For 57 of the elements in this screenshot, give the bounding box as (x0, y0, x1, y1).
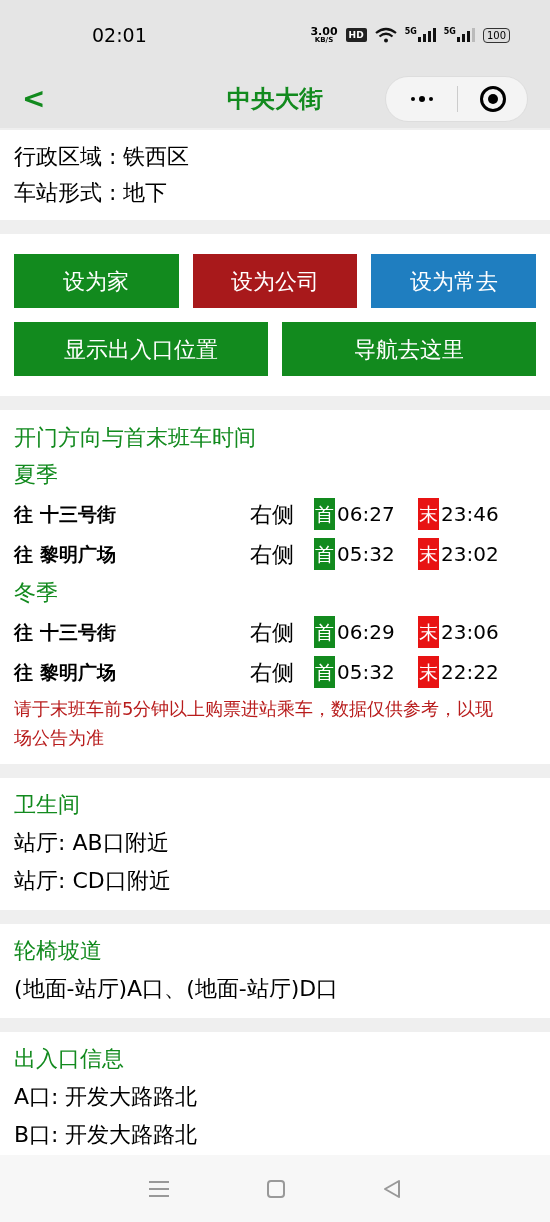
last-train-time: 23:46 (441, 501, 499, 528)
clock-time: 02:01 (92, 22, 147, 48)
direction-text: 往 十三号街 (14, 619, 117, 645)
first-train-time: 06:29 (337, 619, 396, 646)
action-button[interactable]: 设为家 (14, 254, 179, 308)
first-train-badge: 首 (314, 656, 335, 688)
section-title: 轮椅坡道 (14, 937, 103, 965)
signal-icon (456, 28, 475, 42)
network-type: 5G (404, 28, 417, 36)
action-button[interactable]: 导航去这里 (282, 322, 536, 376)
first-train-time: 06:27 (337, 501, 396, 528)
action-button[interactable]: 显示出入口位置 (14, 322, 268, 376)
home-icon[interactable] (267, 1179, 285, 1198)
back-icon[interactable] (383, 1178, 401, 1199)
door-side: 右侧 (250, 658, 295, 687)
hd-badge: HD (345, 28, 367, 42)
direction-text: 往 黎明广场 (14, 659, 117, 685)
wifi-icon (374, 27, 397, 43)
last-train-badge: 末 (418, 656, 439, 688)
info-text: (地面-站厅)A口、(地面-站厅)D口 (14, 975, 340, 1003)
last-train-time: 23:06 (441, 619, 499, 646)
section-title: 卫生间 (14, 791, 81, 819)
network-speed: 3.00 (310, 26, 338, 37)
info-text: 站厅: AB口附近 (14, 829, 170, 857)
first-train-time: 05:32 (337, 541, 396, 568)
page-title: 中央大街 (227, 84, 323, 115)
last-train-badge: 末 (418, 498, 439, 530)
direction-text: 往 十三号街 (14, 501, 117, 527)
notice-text: 请于末班车前5分钟以上购票进站乘车，数据仅供参考，以现场公告为准 (14, 697, 495, 750)
last-train-badge: 末 (418, 616, 439, 648)
info-text: 站厅: CD口附近 (14, 867, 172, 895)
info-text: 车站形式 : 地下 (14, 179, 169, 207)
last-train-time: 22:22 (441, 659, 499, 686)
info-text: B口: 开发大路路北 (14, 1121, 199, 1149)
section-title: 出入口信息 (14, 1045, 125, 1073)
action-button[interactable]: 设为常去 (371, 254, 536, 308)
network-type: 5G (443, 28, 456, 36)
last-train-time: 23:02 (441, 541, 499, 568)
last-train-badge: 末 (418, 538, 439, 570)
door-side: 右侧 (250, 540, 295, 569)
menu-icon[interactable] (149, 1180, 169, 1197)
back-button[interactable]: < (22, 85, 46, 113)
first-train-badge: 首 (314, 498, 335, 530)
action-button[interactable]: 设为公司 (192, 254, 358, 308)
season-title: 冬季 (14, 579, 59, 607)
info-text: A口: 开发大路路北 (14, 1083, 199, 1111)
season-title: 夏季 (14, 461, 59, 489)
door-side: 右侧 (250, 500, 295, 529)
direction-text: 往 黎明广场 (14, 541, 117, 567)
first-train-time: 05:32 (337, 659, 396, 686)
info-text: 行政区域 : 铁西区 (14, 143, 191, 171)
door-side: 右侧 (250, 618, 295, 647)
battery-indicator: 100 (482, 27, 510, 43)
signal-icon (417, 28, 436, 42)
first-train-badge: 首 (314, 538, 335, 570)
section-title: 开门方向与首末班车时间 (14, 424, 257, 452)
first-train-badge: 首 (314, 616, 335, 648)
